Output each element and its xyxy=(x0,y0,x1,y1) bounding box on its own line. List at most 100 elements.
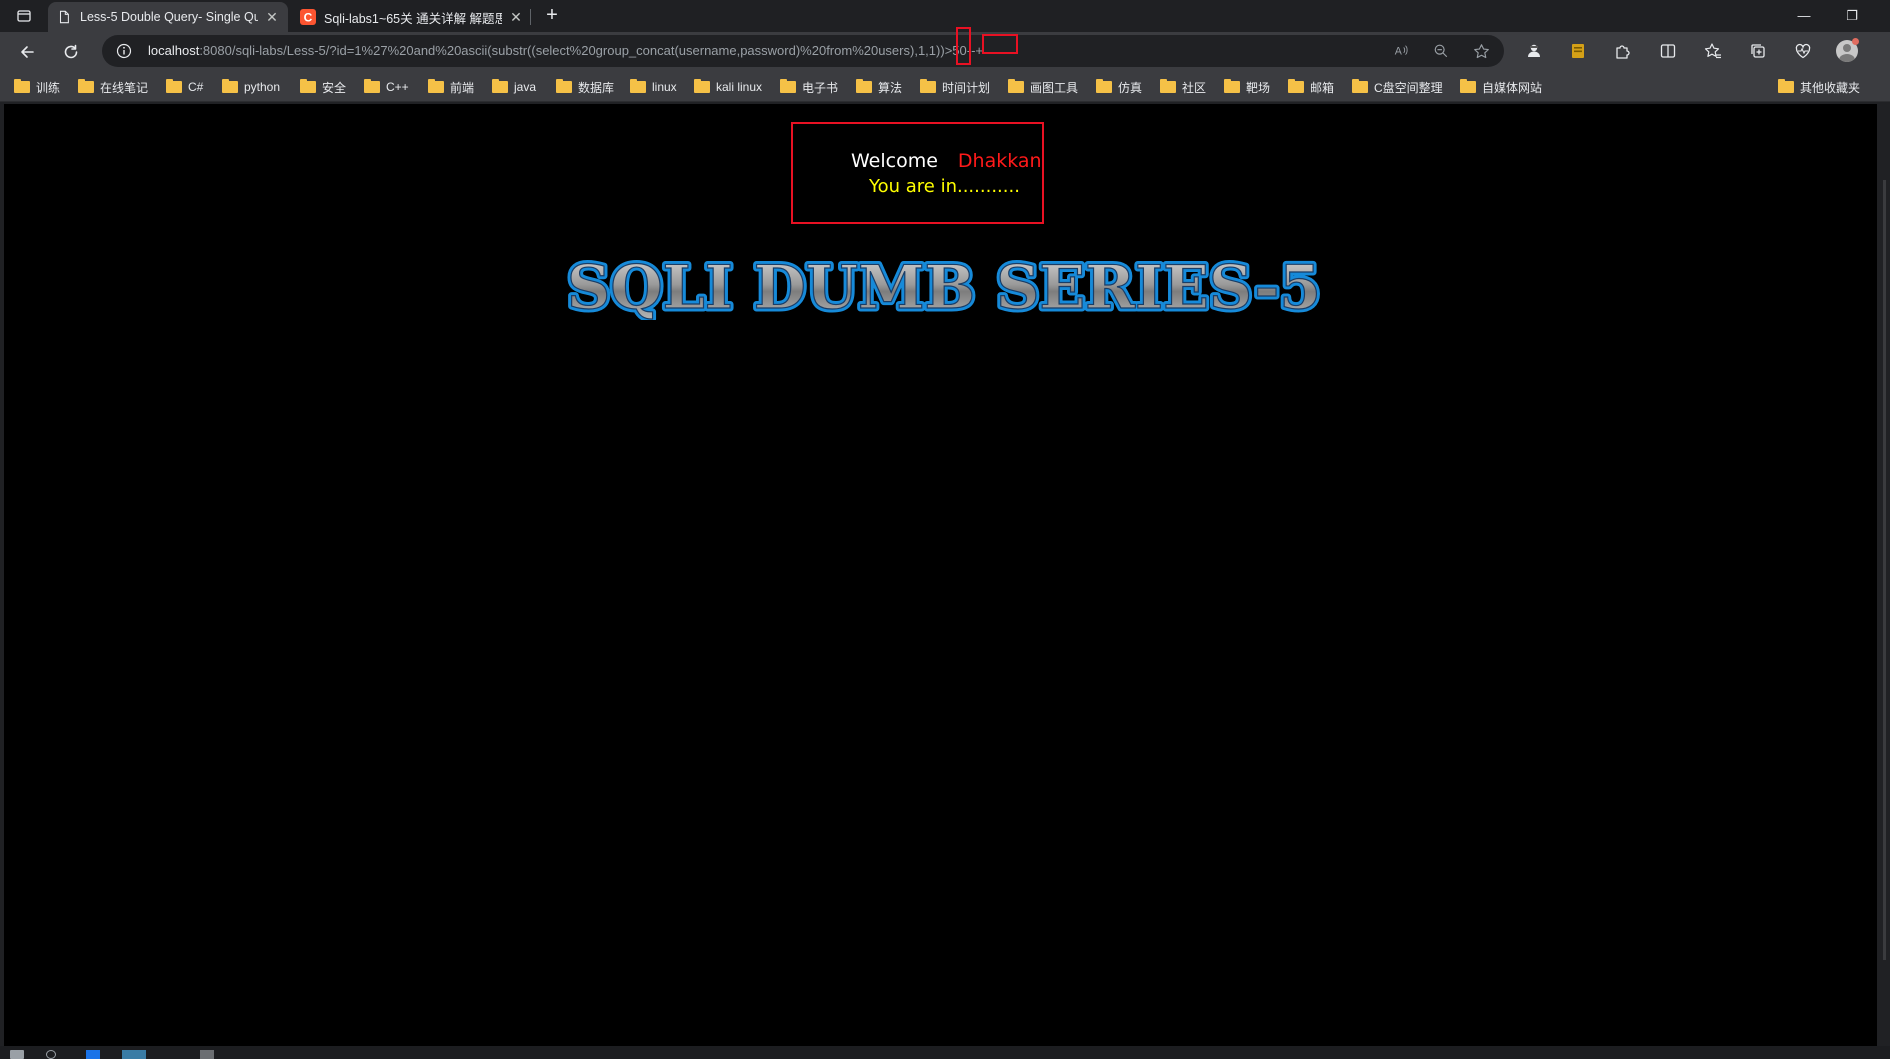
status-message: You are in........... xyxy=(869,176,1020,197)
tab-strip: Less-5 Double Query- Single Quotes- Stri… xyxy=(0,0,1890,32)
site-info-icon[interactable] xyxy=(116,43,132,59)
page-viewport: Welcome Dhakkan You are in........... SQL… xyxy=(4,104,1877,1046)
folder-icon xyxy=(630,79,646,93)
folder-icon xyxy=(1352,79,1368,93)
minimize-icon[interactable]: — xyxy=(1790,4,1818,28)
bookmark-folder[interactable]: C++ xyxy=(364,78,409,96)
svg-text:C: C xyxy=(304,11,313,25)
url-text[interactable]: localhost:8080/sqli-labs/Less-5/?id=1%27… xyxy=(148,43,983,59)
bookmark-folder[interactable]: 仿真 xyxy=(1096,78,1142,96)
svg-text:A: A xyxy=(1395,46,1403,58)
series-banner: SQLI DUMB SERIES-5 SQLI DUMB SERIES-5 xyxy=(544,250,1344,320)
bookmark-folder[interactable]: 安全 xyxy=(300,78,346,96)
extension-spy-icon[interactable] xyxy=(1524,41,1544,61)
folder-icon xyxy=(78,79,94,93)
tab-sqli-labs-guide[interactable]: C Sqli-labs1~65关 通关详解 解题思路 ✕ xyxy=(292,2,532,32)
new-tab-button[interactable]: + xyxy=(540,4,564,28)
url-host: localhost xyxy=(148,43,200,58)
bookmark-folder[interactable]: 时间计划 xyxy=(920,78,990,96)
folder-icon xyxy=(14,79,30,93)
refresh-button[interactable] xyxy=(58,39,84,65)
bookmark-folder[interactable]: java xyxy=(492,78,536,96)
url-path-mid: 1)) xyxy=(928,43,945,58)
series-banner-image: SQLI DUMB SERIES-5 SQLI DUMB SERIES-5 xyxy=(563,250,1324,320)
favorites-icon[interactable] xyxy=(1703,41,1723,61)
split-screen-icon[interactable] xyxy=(1658,41,1678,61)
url-annotation-box-compare xyxy=(982,34,1018,54)
bookmark-folder[interactable]: 邮箱 xyxy=(1288,78,1334,96)
folder-icon xyxy=(556,79,572,93)
bookmark-folder[interactable]: 数据库 xyxy=(556,78,614,96)
page-icon xyxy=(56,9,72,25)
welcome-box: Welcome Dhakkan You are in........... xyxy=(791,122,1044,224)
taskbar-app-icon[interactable] xyxy=(122,1050,146,1059)
bookmark-folder[interactable]: 在线笔记 xyxy=(78,78,148,96)
folder-icon xyxy=(920,79,936,93)
folder-icon xyxy=(1460,79,1476,93)
read-aloud-icon[interactable]: A xyxy=(1392,42,1410,60)
csdn-logo-icon: C xyxy=(300,9,316,25)
taskbar-app-icon[interactable] xyxy=(200,1050,214,1059)
close-icon[interactable]: ✕ xyxy=(508,9,524,25)
folder-icon xyxy=(1096,79,1112,93)
close-icon[interactable]: ✕ xyxy=(264,9,280,25)
folder-icon xyxy=(166,79,182,93)
bookmark-folder[interactable]: linux xyxy=(630,78,677,96)
bookmark-folder[interactable]: kali linux xyxy=(694,78,762,96)
scrollbar-thumb[interactable] xyxy=(1883,180,1886,960)
collections-icon[interactable] xyxy=(1748,41,1768,61)
taskbar xyxy=(0,1046,1890,1059)
bookmark-folder[interactable]: C# xyxy=(166,78,203,96)
bookmark-folder[interactable]: 算法 xyxy=(856,78,902,96)
welcome-username: Dhakkan xyxy=(957,150,1042,172)
browser-essentials-icon[interactable] xyxy=(1793,41,1813,61)
taskbar-app-icon[interactable] xyxy=(86,1050,100,1059)
back-arrow-icon xyxy=(21,46,34,58)
back-button[interactable] xyxy=(14,39,40,65)
folder-icon xyxy=(300,79,316,93)
address-bar[interactable]: localhost:8080/sqli-labs/Less-5/?id=1%27… xyxy=(102,27,1504,67)
extensions-puzzle-icon[interactable] xyxy=(1612,41,1632,61)
bookmark-folder[interactable]: 电子书 xyxy=(780,78,838,96)
svg-text:SQLI DUMB SERIES-5: SQLI DUMB SERIES-5 xyxy=(567,253,1321,320)
bookmark-folder[interactable]: 社区 xyxy=(1160,78,1206,96)
url-path-start: :8080/sqli-labs/Less-5/?id=1%27%20and%20… xyxy=(199,43,915,58)
welcome-line: Welcome Dhakkan xyxy=(851,150,1042,172)
tab-separator xyxy=(530,9,531,25)
bookmark-folder[interactable]: 训练 xyxy=(14,78,60,96)
extension-bookmark-icon[interactable] xyxy=(1568,41,1588,61)
bookmark-folder[interactable]: python xyxy=(222,78,280,96)
folder-icon xyxy=(222,79,238,93)
tab-actions-icon xyxy=(17,10,31,22)
search-icon[interactable] xyxy=(46,1050,56,1059)
folder-icon xyxy=(1288,79,1304,93)
tab-actions-button[interactable] xyxy=(12,6,36,26)
favorite-star-icon[interactable] xyxy=(1472,42,1490,60)
tab-title: Sqli-labs1~65关 通关详解 解题思路 xyxy=(324,11,502,26)
profile-notification-badge xyxy=(1852,38,1859,45)
folder-icon xyxy=(428,79,444,93)
folder-icon xyxy=(1778,79,1794,93)
bookmark-folder[interactable]: 前端 xyxy=(428,78,474,96)
folder-icon xyxy=(694,79,710,93)
zoom-icon[interactable] xyxy=(1432,42,1450,60)
other-bookmarks-folder[interactable]: 其他收藏夹 xyxy=(1778,78,1860,96)
tab-less-5[interactable]: Less-5 Double Query- Single Quotes- Stri… xyxy=(48,2,288,32)
restore-icon[interactable]: ❐ xyxy=(1838,4,1866,28)
welcome-word: Welcome xyxy=(851,150,938,172)
browser-toolbar: localhost:8080/sqli-labs/Less-5/?id=1%27… xyxy=(0,27,1890,70)
bookmark-folder[interactable]: 靶场 xyxy=(1224,78,1270,96)
tab-title: Less-5 Double Query- Single Quotes- Stri… xyxy=(80,10,258,24)
folder-icon xyxy=(492,79,508,93)
folder-icon xyxy=(1008,79,1024,93)
start-icon[interactable] xyxy=(10,1050,24,1059)
bookmark-folder[interactable]: 自媒体网站 xyxy=(1460,78,1542,96)
folder-icon xyxy=(364,79,380,93)
bookmark-folder[interactable]: 画图工具 xyxy=(1008,78,1078,96)
folder-icon xyxy=(856,79,872,93)
refresh-icon xyxy=(64,44,78,59)
bookmarks-bar: 训练 在线笔记 C# python 安全 C++ 前端 java 数据库 lin… xyxy=(0,70,1890,102)
bookmark-folder[interactable]: C盘空间整理 xyxy=(1352,78,1443,96)
folder-icon xyxy=(1224,79,1240,93)
url-annotation-box-substr xyxy=(956,27,971,65)
